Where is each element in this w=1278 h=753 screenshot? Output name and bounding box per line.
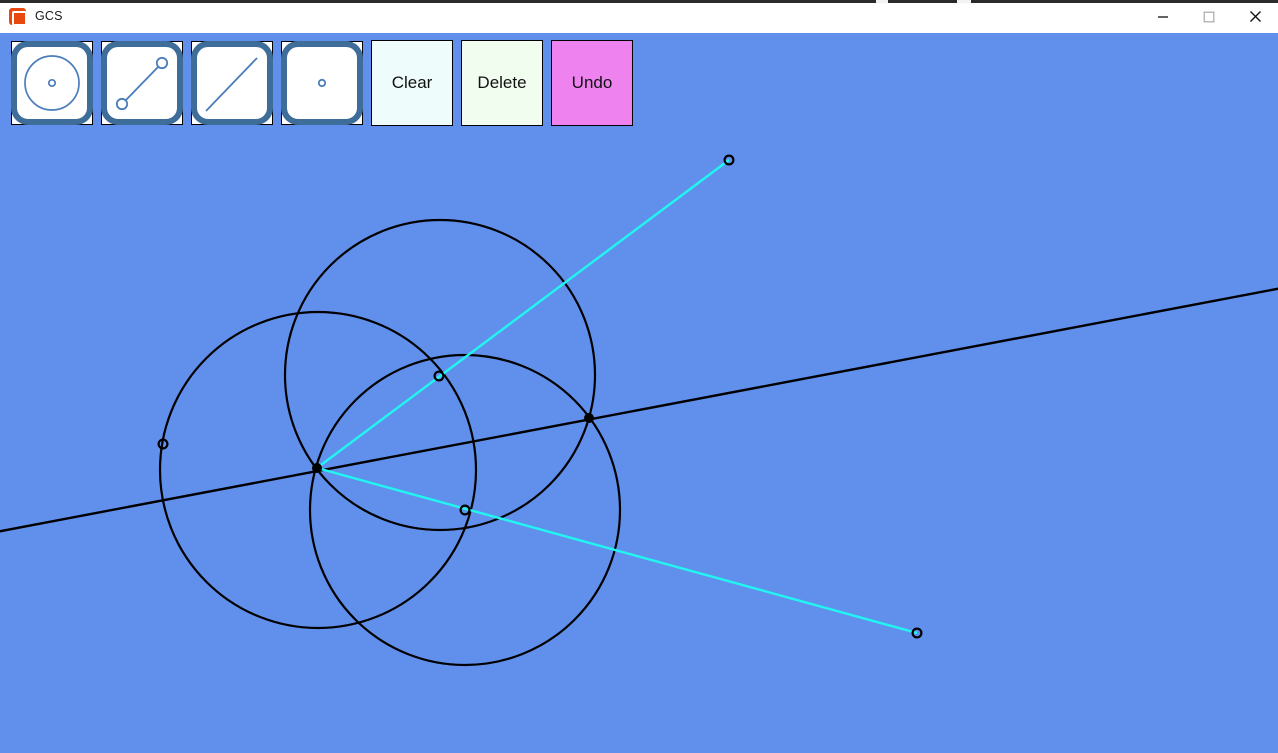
line-tool[interactable] bbox=[187, 38, 277, 128]
gcs-app-icon bbox=[9, 8, 27, 26]
screen-edge-notch-1 bbox=[876, 0, 888, 3]
circle-tool[interactable] bbox=[7, 38, 97, 128]
window-controls bbox=[1140, 0, 1278, 33]
circles-layer bbox=[158, 218, 622, 667]
maximize-icon bbox=[1203, 11, 1215, 22]
line-black-infinite[interactable] bbox=[0, 287, 1278, 533]
undo-button[interactable]: Undo bbox=[551, 40, 633, 126]
title-bar: GCS bbox=[0, 0, 1278, 33]
undo-button-slot: Undo bbox=[547, 38, 637, 128]
segment-cyan-upper[interactable] bbox=[316, 159, 730, 469]
window-title: GCS bbox=[35, 9, 63, 23]
point-tool[interactable] bbox=[277, 38, 367, 128]
point-hub[interactable] bbox=[311, 462, 322, 473]
close-button[interactable] bbox=[1232, 0, 1278, 33]
delete-button-label: Delete bbox=[477, 73, 527, 92]
undo-button-label: Undo bbox=[571, 73, 613, 92]
delete-button[interactable]: Delete bbox=[461, 40, 543, 126]
close-icon bbox=[1249, 11, 1261, 22]
minimize-button[interactable] bbox=[1140, 0, 1186, 33]
segment-tool-border bbox=[101, 41, 183, 125]
geometry-canvas[interactable] bbox=[0, 127, 1278, 753]
gcs-window: GCS Clear Delete Undo bbox=[0, 0, 1278, 753]
title-bar-left: GCS bbox=[0, 0, 63, 33]
screen-edge-notch-2 bbox=[957, 0, 971, 3]
clear-button[interactable]: Clear bbox=[371, 40, 453, 126]
segment-cyan-lower[interactable] bbox=[316, 466, 918, 635]
geometry-svg[interactable] bbox=[0, 127, 1278, 753]
points-layer bbox=[157, 154, 923, 639]
maximize-button[interactable] bbox=[1186, 0, 1232, 33]
circle-bottom-right[interactable] bbox=[308, 353, 622, 667]
lines-layer bbox=[0, 287, 1278, 533]
delete-button-slot: Delete bbox=[457, 38, 547, 128]
toolbar: Clear Delete Undo bbox=[0, 33, 1278, 127]
line-tool-border bbox=[191, 41, 273, 125]
minimize-icon bbox=[1158, 15, 1168, 18]
clear-button-label: Clear bbox=[391, 73, 433, 92]
point-right-intersection[interactable] bbox=[583, 412, 594, 423]
screen-edge-strip bbox=[0, 0, 1278, 3]
segment-tool[interactable] bbox=[97, 38, 187, 128]
circle-tool-border bbox=[11, 41, 93, 125]
clear-button-slot: Clear bbox=[367, 38, 457, 128]
point-tool-border bbox=[281, 41, 363, 125]
segments-layer bbox=[316, 159, 918, 635]
